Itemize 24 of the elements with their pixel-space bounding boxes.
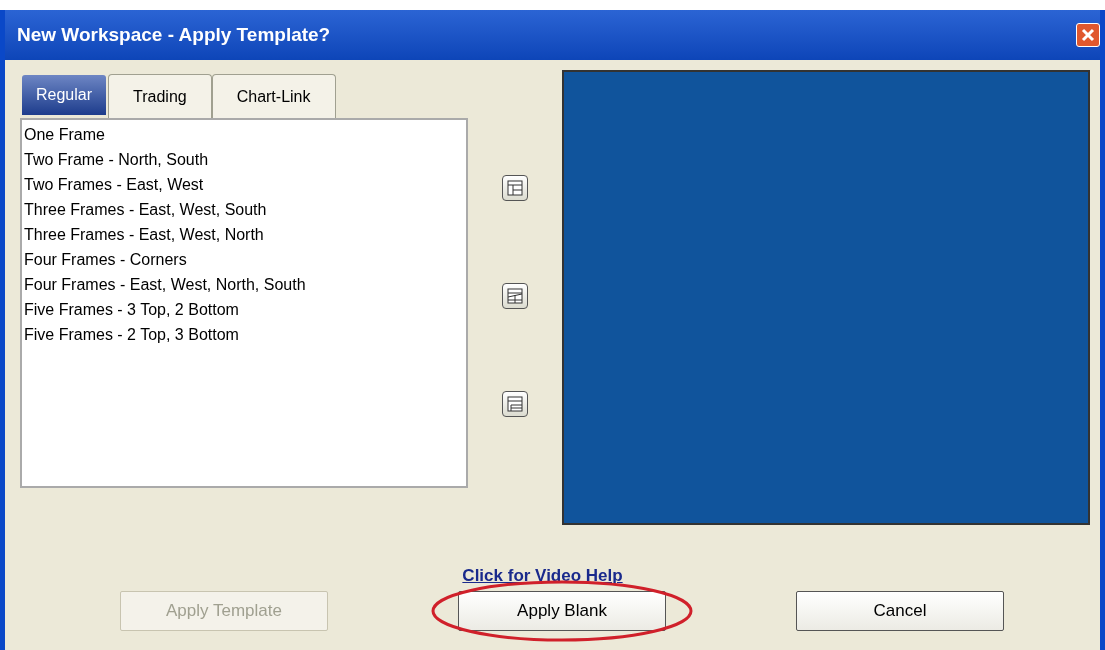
close-button[interactable] bbox=[1076, 23, 1100, 47]
frame-layout-icon bbox=[507, 288, 524, 304]
video-help-link[interactable]: Click for Video Help bbox=[462, 563, 623, 589]
template-item[interactable]: Four Frames - East, West, North, South bbox=[24, 272, 466, 297]
layout-button[interactable] bbox=[502, 391, 529, 417]
template-item[interactable]: Five Frames - 3 Top, 2 Bottom bbox=[24, 297, 466, 322]
tab[interactable]: Trading bbox=[108, 74, 212, 118]
layout-button[interactable] bbox=[502, 175, 529, 201]
layout-button[interactable] bbox=[502, 283, 529, 309]
frame-layout-icon bbox=[507, 180, 524, 196]
window-title: New Workspace - Apply Template? bbox=[17, 22, 331, 47]
dialog-button[interactable]: Cancel bbox=[796, 590, 1004, 631]
template-item[interactable]: Four Frames - Corners bbox=[24, 247, 466, 272]
template-item[interactable]: Two Frames - East, West bbox=[24, 172, 466, 197]
close-icon bbox=[1081, 28, 1095, 42]
frame-layout-icon bbox=[507, 396, 524, 412]
template-item[interactable]: Three Frames - East, West, South bbox=[24, 197, 466, 222]
tab[interactable]: Chart-Link bbox=[211, 74, 336, 118]
tab[interactable]: Regular bbox=[22, 75, 107, 115]
template-item[interactable]: Two Frame - North, South bbox=[24, 147, 466, 172]
template-item[interactable]: One Frame bbox=[24, 122, 466, 147]
dialog-button[interactable]: Apply Blank bbox=[458, 590, 666, 631]
template-item[interactable]: Three Frames - East, West, North bbox=[24, 222, 466, 247]
template-item[interactable]: Five Frames - 2 Top, 3 Bottom bbox=[24, 322, 466, 347]
